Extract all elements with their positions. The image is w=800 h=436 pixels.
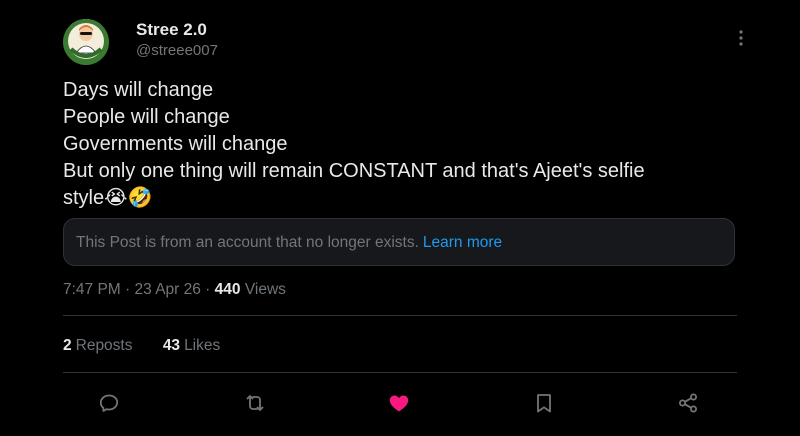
reposts-count: 2 [63, 337, 72, 354]
meta-separator: · [120, 281, 135, 298]
likes-stat[interactable]: 43 Likes [163, 337, 220, 355]
repost-icon [246, 395, 264, 411]
reply-button[interactable] [97, 391, 121, 415]
author-handle[interactable]: @streee007 [136, 42, 218, 59]
share-button[interactable] [676, 391, 700, 415]
tweet-text: Days will change People will change Gove… [63, 77, 743, 212]
divider [63, 372, 737, 373]
bookmark-button[interactable] [532, 391, 556, 415]
share-icon [679, 393, 697, 413]
more-options-icon[interactable] [731, 28, 751, 48]
repost-button[interactable] [243, 391, 267, 415]
divider [63, 315, 737, 316]
likes-label: Likes [184, 337, 221, 354]
avatar[interactable] [63, 19, 109, 65]
post-date[interactable]: 23 Apr 26 [135, 281, 201, 298]
learn-more-link[interactable]: Learn more [423, 234, 502, 251]
notice-text: This Post is from an account that no lon… [76, 234, 502, 252]
tweet-line: Governments will change [63, 133, 288, 155]
post-time[interactable]: 7:47 PM [63, 281, 121, 298]
tweet-line: People will change [63, 106, 230, 128]
engagement-stats: 2 Reposts 43 Likes [63, 337, 246, 355]
bookmark-icon [537, 394, 551, 413]
unavailable-post-notice: This Post is from an account that no lon… [63, 218, 735, 266]
tweet-line: style😭🤣 [63, 187, 153, 209]
views-count: 440 [214, 281, 241, 298]
reply-icon [99, 394, 119, 412]
heart-icon [389, 395, 409, 412]
notice-message: This Post is from an account that no lon… [76, 234, 419, 251]
avatar-image [63, 19, 109, 65]
meta-separator: · [200, 281, 215, 298]
tweet-meta: 7:47 PM · 23 Apr 26 · 440 Views [63, 281, 286, 299]
tweet-line: Days will change [63, 79, 214, 101]
reposts-label: Reposts [75, 337, 133, 354]
like-button[interactable] [387, 391, 411, 415]
reposts-stat[interactable]: 2 Reposts [63, 337, 133, 355]
author-name[interactable]: Stree 2.0 [136, 20, 207, 40]
views-label: Views [244, 281, 286, 298]
tweet-line: But only one thing will remain CONSTANT … [63, 160, 645, 182]
likes-count: 43 [162, 337, 181, 354]
